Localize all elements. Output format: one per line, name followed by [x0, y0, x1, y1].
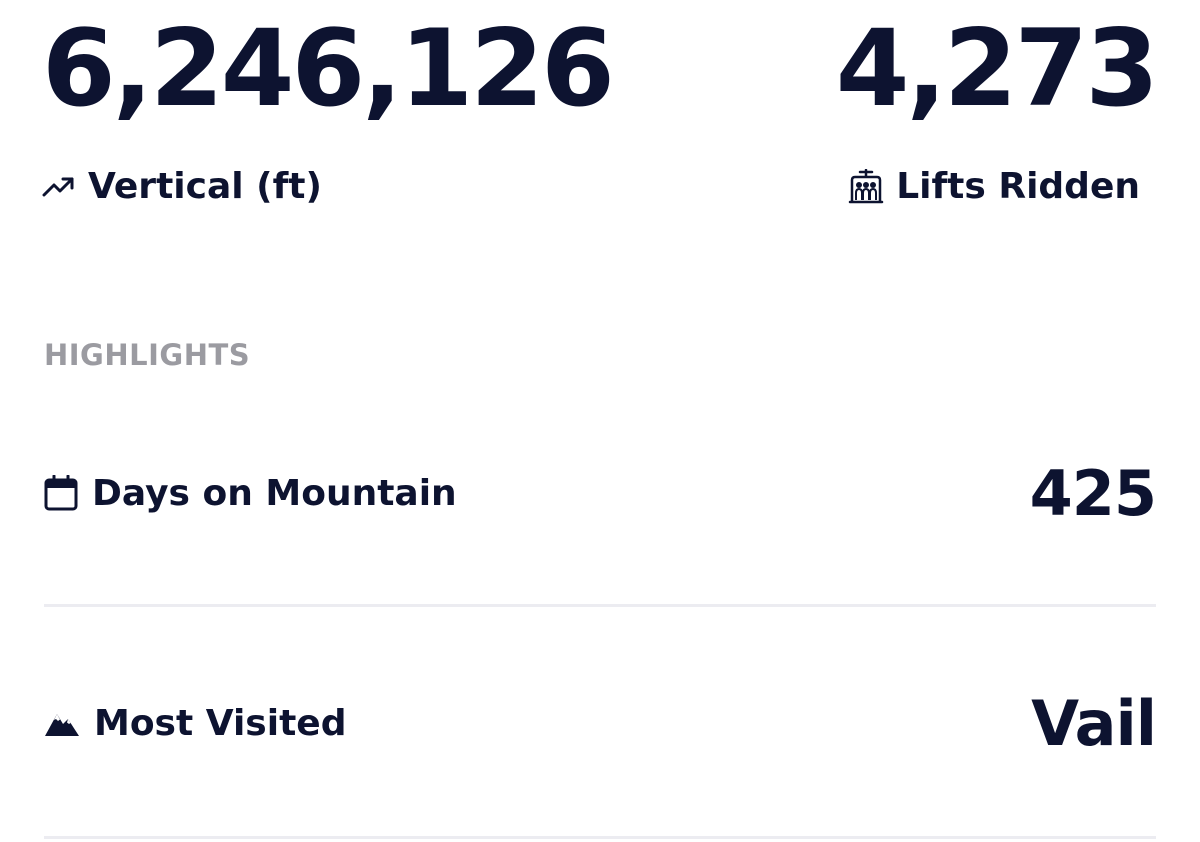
- trending-up-icon: [42, 176, 76, 198]
- vertical-label-row: Vertical (ft): [42, 166, 612, 207]
- vertical-stat: 6,246,126 Vertical (ft): [42, 7, 615, 208]
- most-visited-label-group: Most Visited: [44, 703, 346, 744]
- lifts-label-row: Lifts Ridden: [836, 166, 1140, 207]
- lifts-stat: 4,273 Lifts Ridden: [835, 7, 1159, 208]
- divider: [44, 604, 1156, 607]
- days-value: 425: [1029, 456, 1157, 530]
- most-visited-label: Most Visited: [94, 702, 347, 744]
- vertical-label: Vertical (ft): [88, 166, 322, 207]
- lifts-value: 4,273: [835, 7, 1159, 130]
- mountain-icon: [44, 709, 80, 737]
- highlight-row-days: Days on Mountain 425: [44, 455, 1157, 531]
- divider: [44, 836, 1156, 839]
- lifts-label: Lifts Ridden: [896, 166, 1140, 207]
- highlight-row-most-visited: Most Visited Vail: [44, 685, 1157, 761]
- days-label-group: Days on Mountain: [44, 473, 457, 514]
- days-label: Days on Mountain: [92, 472, 457, 514]
- vertical-value: 6,246,126: [42, 7, 615, 130]
- calendar-icon: [44, 475, 78, 511]
- highlights-title: HIGHLIGHTS: [44, 338, 251, 372]
- most-visited-value: Vail: [1031, 686, 1157, 760]
- chairlift-icon: [848, 168, 884, 205]
